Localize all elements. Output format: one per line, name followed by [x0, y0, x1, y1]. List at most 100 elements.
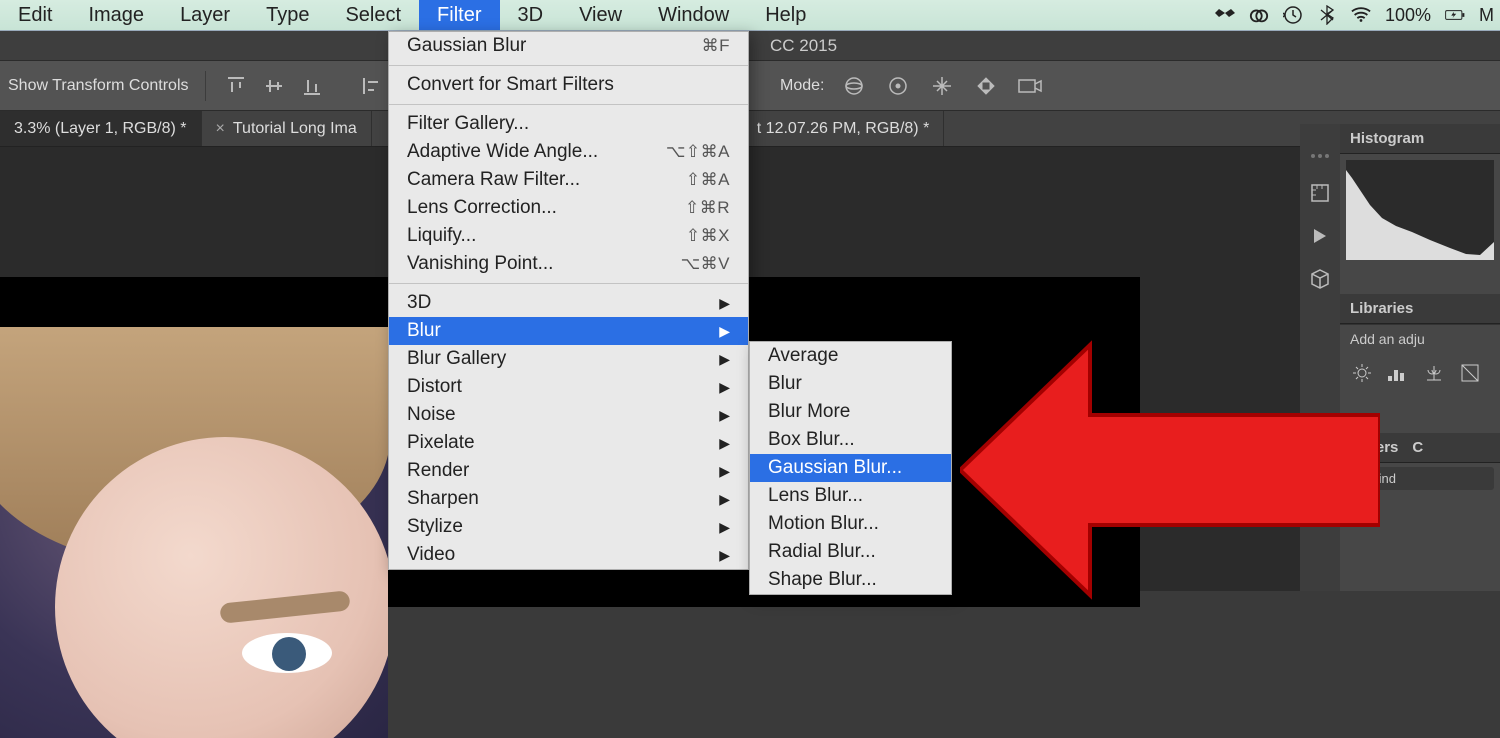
- document-tab[interactable]: 3.3% (Layer 1, RGB/8) *: [0, 111, 202, 146]
- document-tab[interactable]: × Tutorial Long Ima: [202, 111, 372, 146]
- submenu-arrow-icon: ▶: [719, 379, 730, 396]
- menu-item-label: Filter Gallery...: [407, 113, 529, 135]
- submenu-item-stylize[interactable]: Stylize ▶: [389, 513, 748, 541]
- submenu-arrow-icon: ▶: [719, 519, 730, 536]
- submenu-arrow-icon: ▶: [719, 491, 730, 508]
- layer-filter-kind[interactable]: Kind: [1346, 467, 1494, 490]
- histogram-chart: [1346, 160, 1494, 260]
- menu-item-label: Blur Gallery: [407, 348, 506, 370]
- libraries-panel-tab[interactable]: Libraries: [1340, 294, 1500, 324]
- submenu-item-pixelate[interactable]: Pixelate ▶: [389, 429, 748, 457]
- menu-item-blur[interactable]: Blur: [750, 370, 951, 398]
- histogram-panel-tab[interactable]: Histogram: [1340, 124, 1500, 154]
- battery-percent-label: 100%: [1385, 5, 1431, 26]
- submenu-item-blur[interactable]: Blur▶: [389, 317, 748, 345]
- menu-item-liquify[interactable]: Liquify...⇧⌘X: [389, 222, 748, 250]
- menu-help[interactable]: Help: [747, 0, 824, 30]
- 3d-pan-icon[interactable]: [928, 72, 956, 100]
- menu-item-label: Blur: [407, 320, 441, 342]
- close-icon[interactable]: ×: [216, 120, 225, 138]
- menu-item-label: Render: [407, 460, 469, 482]
- bluetooth-icon[interactable]: [1317, 5, 1337, 25]
- 3d-camera-icon[interactable]: [1016, 72, 1044, 100]
- balance-icon[interactable]: [1422, 361, 1446, 385]
- menu-item-blur-more[interactable]: Blur More: [750, 398, 951, 426]
- menu-type[interactable]: Type: [248, 0, 327, 30]
- system-menubar: Edit Image Layer Type Select Filter 3D V…: [0, 0, 1500, 31]
- battery-charging-icon[interactable]: [1445, 5, 1465, 25]
- menu-item-shape-blur[interactable]: Shape Blur...: [750, 566, 951, 594]
- menu-item-last-filter[interactable]: Gaussian Blur ⌘F: [389, 32, 748, 60]
- menubar-extra-label: M: [1479, 5, 1494, 26]
- menu-view[interactable]: View: [561, 0, 640, 30]
- options-bar: Show Transform Controls Mode:: [0, 61, 1500, 111]
- align-bottom-icon[interactable]: [298, 72, 326, 100]
- submenu-item-sharpen[interactable]: Sharpen▶: [389, 485, 748, 513]
- panel-grip-icon[interactable]: [1300, 154, 1340, 162]
- menu-item-label: Pixelate: [407, 432, 475, 454]
- menu-item-motion-blur[interactable]: Motion Blur...: [750, 510, 951, 538]
- play-icon[interactable]: [1311, 227, 1329, 248]
- menu-item-average[interactable]: Average: [750, 342, 951, 370]
- brightness-icon[interactable]: [1350, 361, 1374, 385]
- 3d-orbit-icon[interactable]: [840, 72, 868, 100]
- submenu-item-3d[interactable]: 3D▶: [389, 289, 748, 317]
- channels-tab[interactable]: C: [1412, 439, 1423, 456]
- ruler-icon[interactable]: [1309, 182, 1331, 207]
- menu-item-label: Stylize: [407, 516, 463, 538]
- submenu-arrow-icon: ▶: [719, 435, 730, 452]
- menu-item-vanishing-point[interactable]: Vanishing Point...⌥⌘V: [389, 250, 748, 278]
- time-machine-icon[interactable]: [1283, 5, 1303, 25]
- menu-item-convert-smart[interactable]: Convert for Smart Filters: [389, 71, 748, 99]
- menu-item-label: Vanishing Point...: [407, 253, 553, 275]
- menu-edit[interactable]: Edit: [0, 0, 70, 30]
- menu-item-label: Adaptive Wide Angle...: [407, 141, 598, 163]
- submenu-arrow-icon: ▶: [719, 407, 730, 424]
- menu-item-label: Video: [407, 544, 455, 566]
- menu-item-label: 3D: [407, 292, 431, 314]
- menu-item-shortcut: ⌥⇧⌘A: [666, 142, 730, 162]
- menu-item-label: Gaussian Blur: [407, 35, 526, 57]
- menu-item-lens-blur[interactable]: Lens Blur...: [750, 482, 951, 510]
- menu-item-label: Radial Blur...: [768, 541, 876, 563]
- menu-select[interactable]: Select: [327, 0, 419, 30]
- menu-layer[interactable]: Layer: [162, 0, 248, 30]
- align-vcenter-icon[interactable]: [260, 72, 288, 100]
- show-transform-controls-label[interactable]: Show Transform Controls: [8, 77, 189, 95]
- swatch-icon[interactable]: [1458, 361, 1482, 385]
- menu-window[interactable]: Window: [640, 0, 747, 30]
- menu-item-camera-raw[interactable]: Camera Raw Filter...⇧⌘A: [389, 166, 748, 194]
- submenu-item-blur-gallery[interactable]: Blur Gallery▶: [389, 345, 748, 373]
- dropbox-icon[interactable]: [1215, 5, 1235, 25]
- menu-item-label: Noise: [407, 404, 456, 426]
- menu-item-gaussian-blur[interactable]: Gaussian Blur...: [750, 454, 951, 482]
- submenu-item-distort[interactable]: Distort ▶: [389, 373, 748, 401]
- menu-item-lens-correction[interactable]: Lens Correction...⇧⌘R: [389, 194, 748, 222]
- 3d-roll-icon[interactable]: [884, 72, 912, 100]
- menu-item-filter-gallery[interactable]: Filter Gallery...: [389, 110, 748, 138]
- document-tab[interactable]: t 12.07.26 PM, RGB/8) *: [742, 111, 945, 146]
- menu-item-shortcut: ⇧⌘X: [686, 226, 730, 246]
- 3d-slide-icon[interactable]: [972, 72, 1000, 100]
- menu-filter[interactable]: Filter: [419, 0, 499, 30]
- menu-image[interactable]: Image: [70, 0, 162, 30]
- right-panel-stack: Histogram Libraries Add an adju Layers C…: [1340, 124, 1500, 591]
- submenu-item-video[interactable]: Video▶: [389, 541, 748, 569]
- align-left-icon[interactable]: [358, 72, 386, 100]
- adjustment-icons-row: [1340, 353, 1500, 393]
- levels-icon[interactable]: [1386, 361, 1410, 385]
- align-top-icon[interactable]: [222, 72, 250, 100]
- layers-tab[interactable]: Layers: [1350, 439, 1398, 456]
- submenu-item-render[interactable]: Render▶: [389, 457, 748, 485]
- menu-3d[interactable]: 3D: [500, 0, 562, 30]
- layers-panel-tabs: Layers C: [1340, 433, 1500, 463]
- wifi-icon[interactable]: [1351, 5, 1371, 25]
- document-tabbar: 3.3% (Layer 1, RGB/8) * × Tutorial Long …: [0, 111, 1500, 147]
- menu-item-adaptive-wide-angle[interactable]: Adaptive Wide Angle... ⌥⇧⌘A: [389, 138, 748, 166]
- creative-cloud-icon[interactable]: [1249, 5, 1269, 25]
- menu-item-label: Distort: [407, 376, 462, 398]
- cube-icon[interactable]: [1309, 268, 1331, 293]
- menu-item-radial-blur[interactable]: Radial Blur...: [750, 538, 951, 566]
- menu-item-box-blur[interactable]: Box Blur...: [750, 426, 951, 454]
- submenu-item-noise[interactable]: Noise ▶: [389, 401, 748, 429]
